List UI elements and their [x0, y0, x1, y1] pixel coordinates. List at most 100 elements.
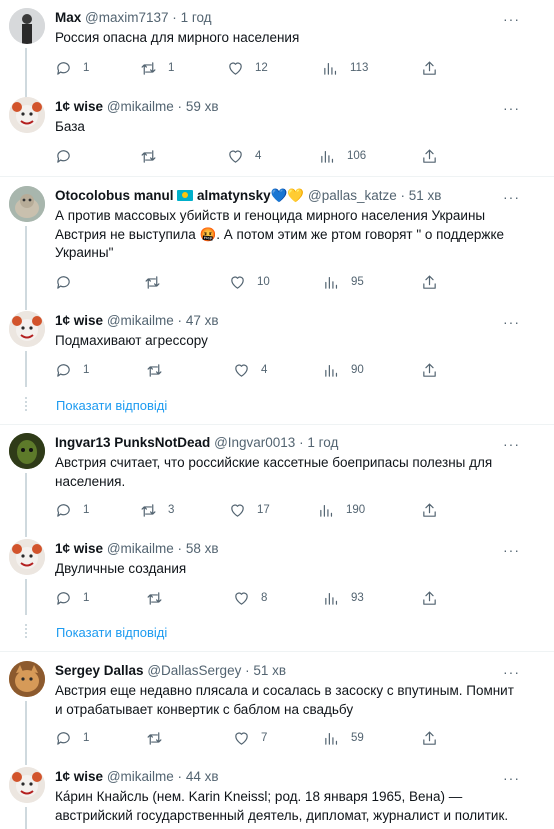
author-handle[interactable]: @mikailme	[107, 99, 174, 114]
tweet-text: Австрия считает, что российские кассетны…	[55, 455, 493, 489]
views-button[interactable]: 90	[323, 360, 364, 380]
retweet-icon	[141, 61, 156, 75]
avatar[interactable]	[9, 97, 45, 133]
reply-button[interactable]: 1	[55, 58, 89, 78]
retweet-button[interactable]	[146, 588, 163, 608]
reply-button[interactable]: 1	[55, 588, 89, 608]
author-handle[interactable]: @DallasSergey	[147, 663, 241, 678]
retweet-icon	[145, 275, 160, 289]
share-icon	[423, 149, 436, 163]
like-button[interactable]: 4	[233, 360, 267, 380]
author-name[interactable]: Sergey Dallas	[55, 663, 144, 678]
author-handle[interactable]: @mikailme	[107, 541, 174, 556]
timestamp[interactable]: 59 хв	[186, 99, 219, 114]
timestamp[interactable]: 44 хв	[186, 769, 219, 784]
share-icon	[423, 61, 436, 75]
share-button[interactable]	[421, 58, 438, 78]
share-button[interactable]	[421, 272, 438, 292]
author-name[interactable]: Ingvar13 PunksNotDead	[55, 435, 210, 450]
author-handle[interactable]: @maxim7137	[85, 10, 169, 25]
more-options-icon[interactable]: ···	[503, 101, 520, 115]
author-handle[interactable]: @pallas_katze	[308, 188, 397, 203]
retweet-button[interactable]: 3	[140, 500, 174, 520]
avatar[interactable]	[9, 767, 45, 803]
more-options-icon[interactable]: ···	[503, 12, 520, 26]
timestamp[interactable]: 51 хв	[253, 663, 286, 678]
like-button[interactable]: 7	[233, 728, 267, 748]
share-button[interactable]	[421, 500, 438, 520]
views-icon	[324, 62, 337, 75]
tweet-header: 1¢ wise @mikailme · 44 хв	[55, 769, 219, 784]
author-name[interactable]: Max	[55, 10, 81, 25]
reply-icon	[57, 731, 70, 745]
tweet-text: База	[55, 119, 85, 134]
reply-button[interactable]	[55, 272, 72, 292]
views-icon	[325, 732, 338, 745]
author-name[interactable]: 1¢ wise	[55, 99, 103, 114]
share-button[interactable]	[421, 146, 438, 166]
views-button[interactable]: 106	[319, 146, 366, 166]
views-button[interactable]: 95	[323, 272, 364, 292]
avatar[interactable]	[9, 311, 45, 347]
more-options-icon[interactable]: ···	[503, 665, 520, 679]
retweet-icon	[141, 503, 156, 517]
timestamp[interactable]: 1 год	[307, 435, 338, 450]
more-options-icon[interactable]: ···	[503, 315, 520, 329]
views-button[interactable]: 190	[318, 500, 365, 520]
avatar[interactable]	[9, 661, 45, 697]
retweet-button[interactable]	[146, 728, 163, 748]
show-replies-link[interactable]: Показати відповіді	[56, 625, 167, 640]
author-handle[interactable]: @Ingvar0013	[214, 435, 295, 450]
timestamp[interactable]: 1 год	[181, 10, 212, 25]
action-bar: 1 7 59	[55, 728, 445, 748]
more-options-icon[interactable]: ···	[503, 437, 520, 451]
avatar[interactable]	[9, 186, 45, 222]
reply-button[interactable]: 1	[55, 728, 89, 748]
thread-line	[25, 807, 27, 829]
author-name[interactable]: Otocolobus manul	[55, 188, 174, 203]
like-button[interactable]: 8	[233, 588, 267, 608]
tweet-text: Двуличные создания	[55, 561, 187, 576]
share-button[interactable]	[421, 728, 438, 748]
like-button[interactable]: 17	[229, 500, 270, 520]
avatar[interactable]	[9, 8, 45, 44]
more-options-icon[interactable]: ···	[503, 190, 520, 204]
tweet-text: Россия опасна для мирного населения	[55, 30, 300, 45]
retweet-button[interactable]	[146, 360, 163, 380]
like-button[interactable]: 4	[227, 146, 261, 166]
views-icon	[325, 364, 338, 377]
retweet-icon	[141, 149, 156, 163]
retweet-button[interactable]	[140, 146, 157, 166]
show-replies-link[interactable]: Показати відповіді	[56, 398, 167, 413]
views-button[interactable]: 93	[323, 588, 364, 608]
timestamp[interactable]: 47 хв	[186, 313, 219, 328]
heart-icon	[231, 275, 244, 289]
views-button[interactable]: 59	[323, 728, 364, 748]
tweet-header: 1¢ wise @mikailme · 59 хв	[55, 99, 219, 114]
like-button[interactable]: 10	[229, 272, 270, 292]
author-name[interactable]: 1¢ wise	[55, 769, 103, 784]
reply-button[interactable]: 1	[55, 500, 89, 520]
retweet-button[interactable]	[144, 272, 161, 292]
heart-icon	[229, 61, 242, 75]
more-options-icon[interactable]: ···	[503, 771, 520, 785]
more-options-icon[interactable]: ···	[503, 543, 520, 557]
views-icon	[325, 276, 338, 289]
views-button[interactable]: 113	[322, 58, 368, 78]
retweet-button[interactable]: 1	[140, 58, 174, 78]
views-icon	[325, 592, 338, 605]
share-button[interactable]	[421, 588, 438, 608]
reply-button[interactable]: 1	[55, 360, 89, 380]
author-name[interactable]: 1¢ wise	[55, 313, 103, 328]
author-name[interactable]: 1¢ wise	[55, 541, 103, 556]
avatar[interactable]	[9, 433, 45, 469]
timestamp[interactable]: 51 хв	[409, 188, 442, 203]
author-handle[interactable]: @mikailme	[107, 769, 174, 784]
like-button[interactable]: 12	[227, 58, 268, 78]
timestamp[interactable]: 58 хв	[186, 541, 219, 556]
reply-button[interactable]	[55, 146, 72, 166]
author-handle[interactable]: @mikailme	[107, 313, 174, 328]
views-icon	[321, 150, 334, 163]
avatar[interactable]	[9, 539, 45, 575]
share-button[interactable]	[421, 360, 438, 380]
